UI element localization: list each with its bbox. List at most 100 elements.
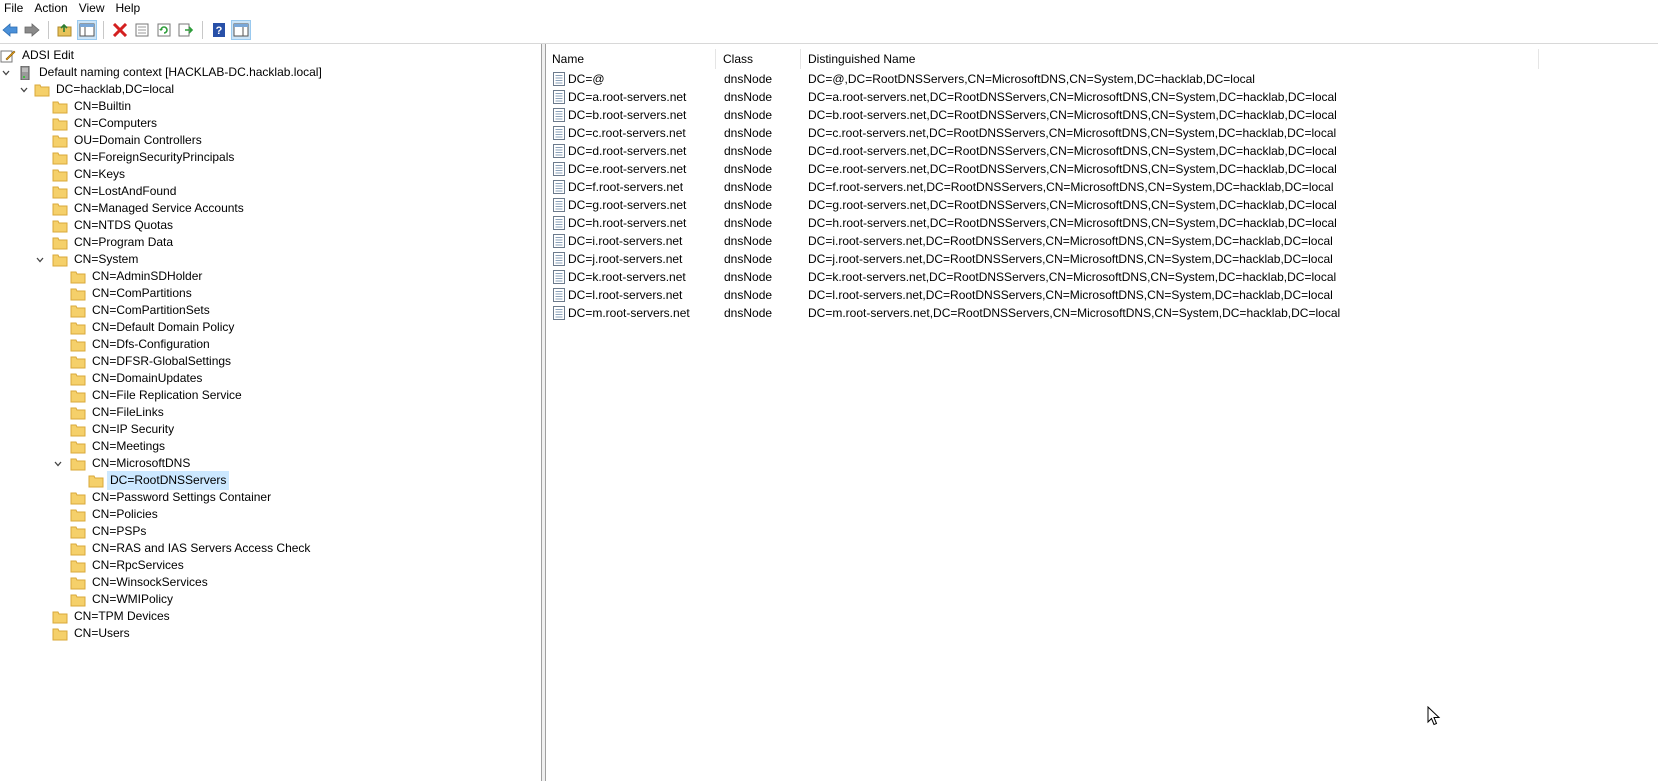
menu-file[interactable]: File: [0, 0, 30, 16]
cell-distinguished-name: DC=b.root-servers.net,DC=RootDNSServers,…: [808, 108, 1337, 122]
cell-class: dnsNode: [724, 180, 773, 194]
tree-label: CN=NTDS Quotas: [74, 218, 174, 232]
adsi-edit-icon: [0, 50, 16, 62]
tree-node-container[interactable]: CN=File Replication Service: [70, 387, 244, 404]
tree-node-container[interactable]: CN=Meetings: [70, 438, 167, 455]
console-tree[interactable]: ADSI Edit Default naming context [HACKLA…: [0, 44, 541, 781]
show-hide-tree-icon[interactable]: [77, 20, 97, 40]
tree-node-container[interactable]: CN=WinsockServices: [70, 574, 210, 591]
up-folder-icon[interactable]: [55, 20, 75, 40]
chevron-down-icon[interactable]: [34, 251, 46, 268]
list-row[interactable]: DC=b.root-servers.net dnsNode DC=b.root-se…: [546, 106, 1546, 124]
tree-node-container[interactable]: CN=RAS and IAS Servers Access Check: [70, 540, 312, 557]
column-header-distinguished-name[interactable]: Distinguished Name: [802, 49, 1539, 69]
tree-node-container[interactable]: CN=LostAndFound: [52, 183, 178, 200]
tree-node-rootdnsservers-selected[interactable]: DC=RootDNSServers: [88, 471, 230, 490]
tree-node-container[interactable]: CN=IP Security: [70, 421, 176, 438]
list-row[interactable]: DC=j.root-servers.net dnsNode DC=j.root-se…: [546, 250, 1546, 268]
delete-icon[interactable]: [110, 20, 130, 40]
tree-node-default-naming-context[interactable]: Default naming context [HACKLAB-DC.hackl…: [0, 64, 324, 81]
chevron-down-icon[interactable]: [18, 81, 30, 98]
chevron-down-icon[interactable]: [0, 64, 12, 81]
tree-node-container[interactable]: CN=DFSR-GlobalSettings: [70, 353, 233, 370]
list-row[interactable]: DC=d.root-servers.net dnsNode DC=d.root-se…: [546, 142, 1546, 160]
menu-help[interactable]: Help: [112, 0, 148, 16]
menu-action[interactable]: Action: [30, 0, 74, 16]
list-row[interactable]: DC=i.root-servers.net dnsNode DC=i.root-se…: [546, 232, 1546, 250]
tree-node-container[interactable]: CN=NTDS Quotas: [52, 217, 175, 234]
tree-node-container[interactable]: CN=Password Settings Container: [70, 489, 273, 506]
folder-icon: [52, 628, 68, 640]
tree-root-adsi-edit[interactable]: ADSI Edit: [0, 47, 76, 64]
folder-icon: [70, 560, 86, 572]
tree-node-container[interactable]: CN=Program Data: [52, 234, 175, 251]
show-action-pane-icon[interactable]: [231, 20, 251, 40]
list-row[interactable]: DC=@ dnsNode DC=@,DC=RootDNSServers,CN=Mic…: [546, 70, 1546, 88]
column-header-class[interactable]: Class: [717, 49, 801, 69]
tree-node-container[interactable]: CN=Users: [52, 625, 132, 642]
cell-name: DC=g.root-servers.net: [568, 198, 687, 212]
folder-icon: [70, 577, 86, 589]
list-row[interactable]: DC=g.root-servers.net dnsNode DC=g.root-se…: [546, 196, 1546, 214]
tree-node-container[interactable]: CN=PSPs: [70, 523, 148, 540]
tree-label: CN=Program Data: [74, 235, 174, 249]
list-row[interactable]: DC=e.root-servers.net dnsNode DC=e.root-se…: [546, 160, 1546, 178]
tree-node-container[interactable]: CN=RpcServices: [70, 557, 186, 574]
chevron-down-icon[interactable]: [52, 455, 64, 472]
list-row[interactable]: DC=m.root-servers.net dnsNode DC=m.root-se…: [546, 304, 1546, 322]
menu-view[interactable]: View: [75, 0, 112, 16]
dns-node-icon: [553, 72, 565, 86]
cell-name: DC=b.root-servers.net: [568, 108, 687, 122]
tree-label: CN=Default Domain Policy: [92, 320, 235, 334]
tree-node-container[interactable]: CN=Computers: [52, 115, 159, 132]
tree-node-container[interactable]: OU=Domain Controllers: [52, 132, 204, 149]
cell-name: DC=i.root-servers.net: [568, 234, 683, 248]
tree-node-container[interactable]: CN=Policies: [70, 506, 160, 523]
tree-node-container[interactable]: CN=ComPartitionSets: [70, 302, 212, 319]
list-row[interactable]: DC=k.root-servers.net dnsNode DC=k.root-se…: [546, 268, 1546, 286]
folder-icon: [52, 186, 68, 198]
tree-node-container[interactable]: CN=TPM Devices: [52, 608, 172, 625]
tree-label: CN=ForeignSecurityPrincipals: [74, 150, 235, 164]
tree-node-container[interactable]: CN=DomainUpdates: [70, 370, 204, 387]
help-icon[interactable]: ?: [209, 20, 229, 40]
tree-label: DC=hacklab,DC=local: [56, 82, 175, 96]
toolbar-separator: [103, 21, 104, 39]
tree-label: CN=Users: [74, 626, 130, 640]
folder-icon: [70, 305, 86, 317]
column-header-name[interactable]: Name: [546, 49, 716, 69]
tree-label: CN=Meetings: [92, 439, 166, 453]
cell-distinguished-name: DC=g.root-servers.net,DC=RootDNSServers,…: [808, 198, 1337, 212]
properties-icon[interactable]: [132, 20, 152, 40]
list-row[interactable]: DC=a.root-servers.net dnsNode DC=a.root-se…: [546, 88, 1546, 106]
tree-node-container[interactable]: CN=FileLinks: [70, 404, 166, 421]
tree-node-container[interactable]: CN=AdminSDHolder: [70, 268, 204, 285]
tree-node-container[interactable]: CN=Managed Service Accounts: [52, 200, 246, 217]
cell-class: dnsNode: [724, 270, 773, 284]
tree-node-domain[interactable]: DC=hacklab,DC=local: [18, 81, 176, 98]
tree-node-container[interactable]: CN=ComPartitions: [70, 285, 194, 302]
list-row[interactable]: DC=f.root-servers.net dnsNode DC=f.root-se…: [546, 178, 1546, 196]
folder-icon: [70, 288, 86, 300]
tree-node-container[interactable]: CN=WMIPolicy: [70, 591, 175, 608]
list-row[interactable]: DC=h.root-servers.net dnsNode DC=h.root-se…: [546, 214, 1546, 232]
tree-label: CN=File Replication Service: [92, 388, 242, 402]
tree-node-container[interactable]: CN=Keys: [52, 166, 127, 183]
tree-node-container[interactable]: CN=ForeignSecurityPrincipals: [52, 149, 236, 166]
tree-node-container[interactable]: CN=System: [36, 251, 140, 268]
tree-node-container[interactable]: CN=Builtin: [52, 98, 133, 115]
list-row[interactable]: DC=l.root-servers.net dnsNode DC=l.root-se…: [546, 286, 1546, 304]
tree-label: ADSI Edit: [22, 48, 75, 62]
tree-node-container[interactable]: CN=Default Domain Policy: [70, 319, 236, 336]
export-list-icon[interactable]: [176, 20, 196, 40]
tree-node-container[interactable]: CN=MicrosoftDNS: [54, 455, 192, 472]
cell-distinguished-name: DC=l.root-servers.net,DC=RootDNSServers,…: [808, 288, 1333, 302]
cell-class: dnsNode: [724, 216, 773, 230]
cell-class: dnsNode: [724, 126, 773, 140]
refresh-icon[interactable]: [154, 20, 174, 40]
list-row[interactable]: DC=c.root-servers.net dnsNode DC=c.root-se…: [546, 124, 1546, 142]
results-list-view[interactable]: Name Class Distinguished Name DC=@ dnsNod…: [546, 44, 1658, 781]
back-arrow-icon[interactable]: [0, 20, 20, 40]
tree-node-container[interactable]: CN=Dfs-Configuration: [70, 336, 212, 353]
forward-arrow-icon[interactable]: [22, 20, 42, 40]
